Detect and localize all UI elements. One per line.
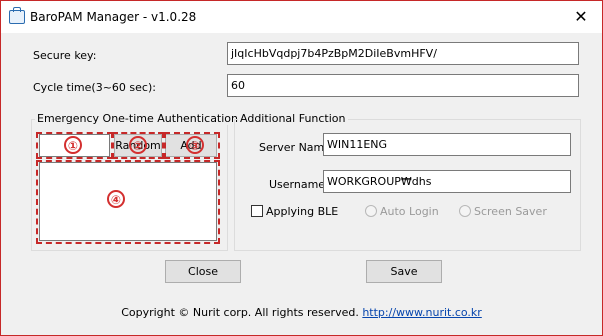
screen-saver-label: Screen Saver: [474, 205, 547, 218]
secure-key-label: Secure key:: [33, 49, 97, 62]
title-bar: BaroPAM Manager - v1.0.28 ✕: [1, 1, 602, 33]
applying-ble-checkbox[interactable]: [251, 205, 263, 217]
screen-saver-radio[interactable]: [459, 205, 471, 217]
cycle-time-label: Cycle time(3~60 sec):: [33, 81, 156, 94]
auto-login-label: Auto Login: [380, 205, 439, 218]
server-name-field[interactable]: WIN11ENG: [323, 133, 571, 156]
footer: Copyright © Nurit corp. All rights reser…: [1, 306, 602, 319]
emergency-key-group-title: Emergency One-time Authentication Key: [35, 112, 264, 125]
secure-key-field[interactable]: jIqIcHbVqdpj7b4PzBpM2DiIeBvmHFV/: [227, 42, 579, 65]
annotation-marker-3: ③: [186, 136, 204, 154]
auto-login-radio[interactable]: [365, 205, 377, 217]
server-name-label: Server Name: [259, 141, 332, 154]
website-link[interactable]: http://www.nurit.co.kr: [362, 306, 481, 319]
annotation-box-4: [36, 160, 220, 244]
annotation-marker-1: ①: [64, 136, 82, 154]
username-label: Username: [269, 178, 326, 191]
annotation-marker-2: ②: [129, 136, 147, 154]
window-title: BaroPAM Manager - v1.0.28: [30, 10, 197, 24]
cycle-time-field[interactable]: 60: [227, 74, 579, 97]
save-button[interactable]: Save: [366, 260, 442, 283]
close-window-button[interactable]: ✕: [567, 5, 595, 29]
additional-function-group-title: Additional Function: [238, 112, 348, 125]
app-window: BaroPAM Manager - v1.0.28 ✕ Secure key: …: [0, 0, 603, 336]
close-button[interactable]: Close: [165, 260, 241, 283]
applying-ble-label: Applying BLE: [266, 205, 339, 218]
briefcase-icon: [9, 7, 25, 24]
copyright-text: Copyright © Nurit corp. All rights reser…: [121, 306, 359, 319]
annotation-marker-4: ④: [107, 190, 125, 208]
username-field[interactable]: WORKGROUP₩dhs: [323, 170, 571, 193]
